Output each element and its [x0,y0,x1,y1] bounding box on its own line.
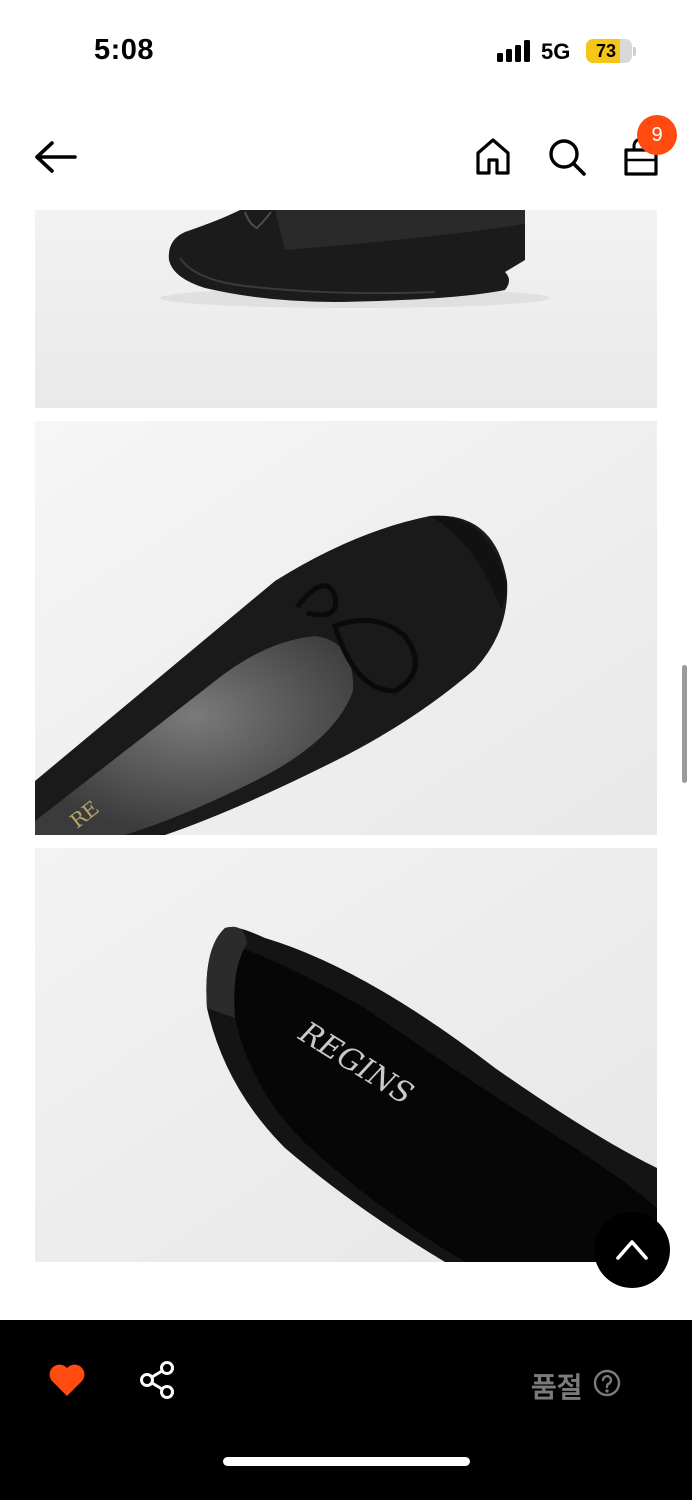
back-arrow-icon[interactable] [32,138,78,176]
bottom-action-bar: 품절 [0,1320,692,1500]
search-icon[interactable] [547,137,587,177]
chevron-up-icon [616,1240,648,1260]
battery-level: 73 [595,41,617,61]
question-circle-icon[interactable] [593,1369,621,1397]
status-time: 5:08 [94,34,155,66]
network-type: 5G [541,39,571,64]
sold-out-label: 품절 [531,1371,583,1404]
status-bar: 5:08 5G 73 [0,0,692,100]
vertical-scrollbar[interactable] [682,665,687,783]
home-indicator[interactable] [223,1457,470,1466]
product-photo-side-view [35,210,657,408]
battery-icon: 73 [586,39,632,63]
heart-icon[interactable] [48,1362,86,1398]
cart-count-badge[interactable]: 9 [637,115,677,155]
scroll-to-top-button[interactable] [594,1212,670,1288]
share-icon[interactable] [138,1360,176,1400]
top-navigation-bar: 9 [0,100,692,210]
home-icon[interactable] [474,137,512,177]
product-photo-heel-insole: REGINS [35,848,657,1262]
battery-cap [633,47,636,56]
product-photo-toe-closeup: RE [35,421,657,835]
cellular-signal-icon [497,40,533,62]
